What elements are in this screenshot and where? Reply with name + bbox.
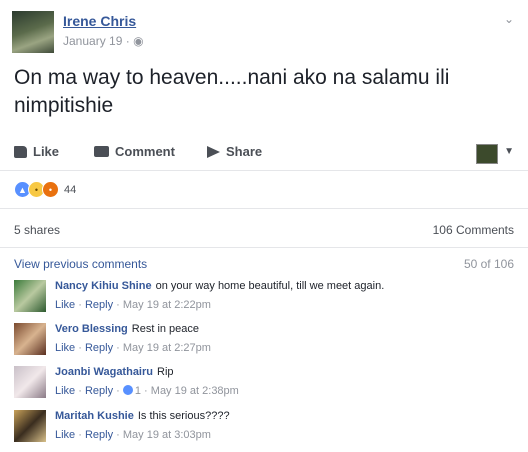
- comment-line: Maritah Kushie Is this serious????: [55, 410, 230, 422]
- globe-icon: ◉: [133, 34, 144, 48]
- commenter-name[interactable]: Maritah Kushie: [55, 410, 134, 422]
- comment-line: Nancy Kihiu Shine on your way home beauti…: [55, 280, 384, 292]
- comment-time[interactable]: May 19 at 3:03pm: [123, 429, 211, 441]
- comment-like-link[interactable]: Like: [55, 385, 75, 397]
- author-avatar[interactable]: [12, 11, 54, 53]
- share-icon: [207, 145, 220, 158]
- divider: [0, 208, 528, 209]
- comments-pager: 50 of 106: [463, 257, 514, 271]
- comment-text: Rip: [157, 366, 174, 378]
- comment-actions: Like · Reply · May 19 at 3:03pm: [55, 429, 211, 441]
- share-button[interactable]: Share: [207, 144, 262, 159]
- commenter-avatar[interactable]: [14, 280, 46, 312]
- like-label: Like: [33, 144, 60, 159]
- like-reaction-icon: [122, 385, 133, 395]
- commenter-avatar[interactable]: [14, 323, 46, 355]
- chevron-down-icon[interactable]: ⌄: [504, 12, 514, 26]
- comment-actions: Like · Reply · May 19 at 2:22pm: [55, 299, 211, 311]
- reaction-count: 44: [64, 183, 77, 196]
- post-actions: Like Comment Share ▼: [0, 140, 528, 166]
- comment-line: Joanbi Wagathairu Rip: [55, 366, 174, 378]
- comment-time[interactable]: May 19 at 2:38pm: [151, 385, 239, 397]
- comment-text: on your way home beautiful, till we meet…: [155, 280, 385, 292]
- comment-reply-link[interactable]: Reply: [85, 342, 113, 354]
- meta-dot: ·: [125, 34, 134, 48]
- commenter-name[interactable]: Nancy Kihiu Shine: [55, 280, 152, 292]
- comment-time[interactable]: May 19 at 2:22pm: [123, 299, 211, 311]
- commenter-name[interactable]: Joanbi Wagathairu: [55, 366, 153, 378]
- comment-actions: Like · Reply · 1 · May 19 at 2:38pm: [55, 385, 239, 397]
- comment-like-count[interactable]: 1: [135, 385, 141, 397]
- comments-count[interactable]: 106 Comments: [433, 223, 514, 237]
- comment-time[interactable]: May 19 at 2:27pm: [123, 342, 211, 354]
- chevron-down-icon[interactable]: ▼: [504, 146, 514, 157]
- post-body: On ma way to heaven.....nani ako na sala…: [14, 66, 450, 117]
- comment-like-link[interactable]: Like: [55, 342, 75, 354]
- divider: [0, 170, 528, 171]
- divider: [0, 247, 528, 248]
- comment-reply-link[interactable]: Reply: [85, 299, 113, 311]
- comment-label: Comment: [115, 144, 175, 159]
- comment-like-link[interactable]: Like: [55, 429, 75, 441]
- comment-line: Vero Blessing Rest in peace: [55, 323, 199, 335]
- author-name[interactable]: Irene Chris: [63, 13, 136, 29]
- post-date[interactable]: January 19: [63, 34, 122, 48]
- comment-like-link[interactable]: Like: [55, 299, 75, 311]
- viewer-avatar[interactable]: [476, 144, 498, 164]
- angry-reaction-icon: •: [42, 181, 59, 198]
- like-button[interactable]: Like: [14, 144, 59, 159]
- like-icon: [14, 145, 27, 158]
- reactions-summary[interactable]: ▲ • • 44: [14, 181, 76, 198]
- post-meta: January 19 · ◉: [63, 34, 144, 48]
- share-label: Share: [226, 144, 263, 159]
- commenter-avatar[interactable]: [14, 410, 46, 442]
- comment-button[interactable]: Comment: [94, 144, 175, 159]
- comment-text: Rest in peace: [131, 323, 200, 335]
- commenter-avatar[interactable]: [14, 366, 46, 398]
- facebook-post: Irene Chris January 19 · ◉ ⌄ On ma way t…: [0, 0, 528, 452]
- shares-count[interactable]: 5 shares: [14, 223, 60, 237]
- comment-reply-link[interactable]: Reply: [85, 429, 113, 441]
- comment-icon: [94, 146, 109, 157]
- commenter-name[interactable]: Vero Blessing: [55, 323, 128, 335]
- comment-text: Is this serious????: [137, 410, 230, 422]
- view-previous-comments-link[interactable]: View previous comments: [14, 257, 147, 271]
- comment-actions: Like · Reply · May 19 at 2:27pm: [55, 342, 211, 354]
- comment-reply-link[interactable]: Reply: [85, 385, 113, 397]
